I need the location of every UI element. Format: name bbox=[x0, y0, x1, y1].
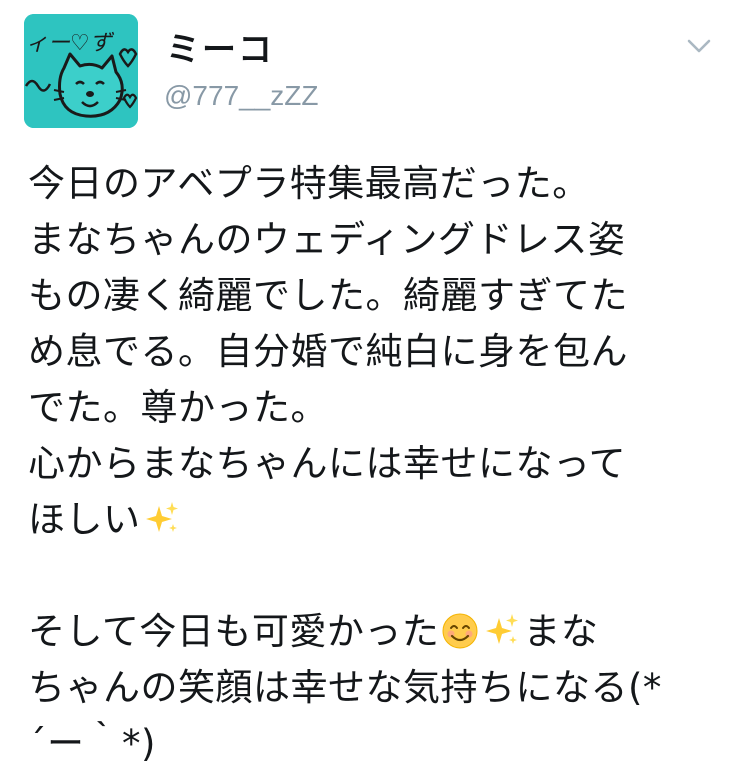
avatar-lettering: ィー♡ず bbox=[26, 31, 115, 56]
tweet-text: 今日のアベプラ特集最高だった。 まなちゃんのウェディングドレス姿 もの凄く綺麗で… bbox=[28, 156, 728, 772]
tweet-line: め息でる。自分婚で純白に身を包ん bbox=[28, 330, 628, 373]
tweet-line: ちゃんの笑顔は幸せな気持ちになる(* bbox=[28, 666, 662, 709]
tweet-line-text: まな bbox=[523, 610, 599, 653]
username[interactable]: @777__zZZ bbox=[164, 80, 319, 112]
tweet-card: ィー♡ず ミーコ @777__zZZ 今日のアベプラ特集最高だった。 まなちゃん… bbox=[0, 0, 750, 772]
tweet-line-text: そして今日も可愛かった bbox=[28, 610, 440, 653]
avatar-drawing: ィー♡ず bbox=[24, 14, 138, 128]
chevron-down-icon[interactable] bbox=[686, 36, 712, 56]
tweet-line: ほしい bbox=[28, 492, 728, 548]
smiling-face-icon bbox=[442, 613, 478, 649]
avatar[interactable]: ィー♡ず bbox=[24, 14, 138, 128]
sparkles-icon bbox=[486, 614, 519, 644]
tweet-line: ´ー｀*) bbox=[28, 722, 156, 765]
tweet-line-text: ほしい bbox=[28, 498, 141, 541]
sparkles-icon bbox=[145, 502, 178, 532]
display-name[interactable]: ミーコ bbox=[166, 22, 274, 71]
tweet-line: まなちゃんのウェディングドレス姿 bbox=[28, 218, 626, 261]
tweet-line: そして今日も可愛かった まな bbox=[28, 604, 728, 660]
tweet-line: 心からまなちゃんには幸せになって bbox=[28, 442, 627, 485]
tweet-line: もの凄く綺麗でした。綺麗すぎてた bbox=[28, 274, 628, 317]
tweet-line: 今日のアベプラ特集最高だった。 bbox=[28, 162, 590, 205]
tweet-line: でた。尊かった。 bbox=[28, 386, 328, 429]
